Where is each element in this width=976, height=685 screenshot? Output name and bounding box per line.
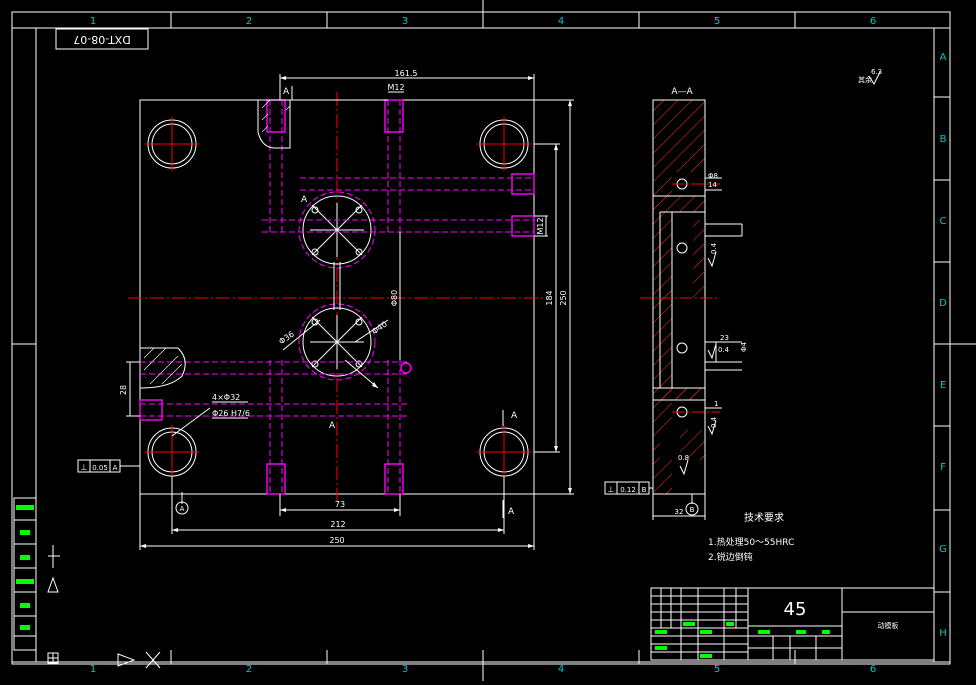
grid-col-3-bottom: 3 [402, 664, 408, 675]
grid-right-ruler [12, 0, 976, 681]
dim-1: 1 [714, 400, 718, 408]
sheet-frame [11, 11, 951, 665]
grid-col-6-bottom: 6 [870, 664, 876, 675]
grid-col-2-bottom: 2 [246, 664, 252, 675]
datum-a-letter: A [180, 505, 185, 513]
dim-phi8: Φ8 [708, 172, 718, 180]
grid-row-h: H [939, 628, 947, 639]
grid-col-6-top: 6 [870, 16, 876, 27]
grid-col-4-top: 4 [558, 16, 564, 27]
dim-0-4-b: 0.4 [718, 346, 730, 354]
section-a-label-1: A [301, 195, 308, 205]
datum-b-letter: B [690, 506, 695, 514]
surface-finish-label: 其余 [858, 75, 872, 84]
section-a-right-top: A [511, 411, 518, 421]
grid-col-2-top: 2 [246, 16, 252, 27]
hatched-fittings [139, 99, 291, 389]
datum-b: B [685, 494, 699, 516]
dim-14: 14 [708, 181, 717, 189]
tech-req-item-1: 1.热处理50～55HRC [708, 536, 794, 548]
grid-bottom-ruler [12, 650, 950, 664]
drawing-number-box: DXT-08-07 [55, 28, 149, 50]
grid-row-g: G [939, 544, 947, 555]
dim-m12-side: M12 [536, 217, 545, 234]
dim-184: 184 [545, 290, 554, 305]
dim-phi80: Φ80 [390, 290, 399, 306]
tolerance-frame-plan: ⊥ 0.05 A [77, 459, 140, 473]
tol-sym-plan: ⊥ [81, 463, 88, 472]
center-lines [128, 92, 548, 504]
dim-m12-top: M12 [387, 83, 404, 92]
dim-0-8: 0.8 [678, 454, 689, 462]
section-a-right-bottom: A [508, 507, 515, 517]
drawing-number: DXT-08-07 [73, 33, 130, 46]
tol-sym-section: ⊥ [608, 485, 615, 494]
dim-250-v: 250 [559, 290, 568, 305]
grid-row-e: E [940, 380, 946, 391]
dimension-texts: 161.5 M12 184 250 Φ80 Φ36 Φ40 28 73 212 … [119, 69, 568, 545]
tol-datum-plan: A [113, 464, 118, 472]
grid-row-c: C [940, 216, 947, 227]
grid-col-1-bottom: 1 [90, 664, 96, 675]
tol-value-section: 0.12 [620, 486, 636, 494]
dim-212: 212 [330, 520, 345, 529]
dim-23: 23 [720, 334, 729, 342]
grid-column-labels: 1 2 3 4 5 6 1 2 3 4 5 6 [90, 16, 876, 675]
dim-28: 28 [119, 385, 128, 395]
plan-view[interactable]: 161.5 M12 184 250 Φ80 Φ36 Φ40 28 73 212 … [77, 69, 574, 550]
tech-req-title: 技术要求 [744, 511, 784, 524]
dimension-arrows [140, 76, 572, 548]
dim-250-h: 250 [329, 536, 344, 545]
dim-161-5: 161.5 [395, 69, 418, 78]
cad-drawing-sheet: 1 2 3 4 5 6 1 2 3 4 5 6 A B C D E F G H … [0, 0, 976, 681]
grid-row-f: F [940, 462, 946, 473]
dim-phi4: Φ4 [740, 341, 748, 352]
tol-datum-section: B [642, 486, 647, 494]
dim-0-4-a: 0.4 [710, 242, 718, 254]
grid-col-1-top: 1 [90, 16, 96, 27]
dim-0-4-c: 0.4 [710, 416, 718, 428]
grid-row-d: D [939, 298, 947, 309]
tech-req-item-2: 2.锐边倒钝 [708, 551, 753, 563]
section-view[interactable]: A—A Φ8 14 0.4 23 0.4 Φ4 1 0.4 0.8 32 B ⊥… [604, 87, 748, 520]
section-a-top: A [283, 87, 290, 97]
grid-col-5-bottom: 5 [714, 664, 720, 675]
tolerance-frame-section: ⊥ 0.12 B [604, 481, 653, 495]
grid-row-b: B [940, 134, 947, 145]
dim-32: 32 [675, 508, 684, 516]
grid-row-a: A [940, 52, 947, 63]
section-title: A—A [671, 87, 693, 97]
grid-top-ruler [12, 12, 950, 29]
grid-col-4-bottom: 4 [558, 664, 564, 675]
dimension-lines [126, 74, 574, 550]
grid-col-3-top: 3 [402, 16, 408, 27]
hatch-strokes [143, 99, 291, 385]
grid-row-labels: A B C D E F G H [939, 52, 947, 639]
hole-note: 4×Φ32 [212, 393, 240, 402]
surface-finish-note: 其余 6.3 [858, 68, 882, 86]
surface-finish-value: 6.3 [871, 68, 882, 76]
title-block-part-name: 动模板 [878, 621, 899, 630]
drawing-canvas[interactable]: 1 2 3 4 5 6 1 2 3 4 5 6 A B C D E F G H … [0, 0, 976, 681]
technical-requirements: 技术要求 1.热处理50～55HRC 2.锐边倒钝 [708, 511, 794, 563]
hole-tolerance: Φ26 H7/6 [212, 409, 250, 418]
section-a-label-2: A [329, 421, 336, 431]
dim-73: 73 [335, 500, 345, 509]
dim-phi36: Φ36 [277, 330, 296, 347]
dim-phi40: Φ40 [370, 320, 389, 337]
tol-value-plan: 0.05 [92, 464, 108, 472]
left-strip-symbols [47, 545, 161, 669]
title-block-material: 45 [784, 599, 807, 620]
grid-col-5-top: 5 [714, 16, 720, 27]
